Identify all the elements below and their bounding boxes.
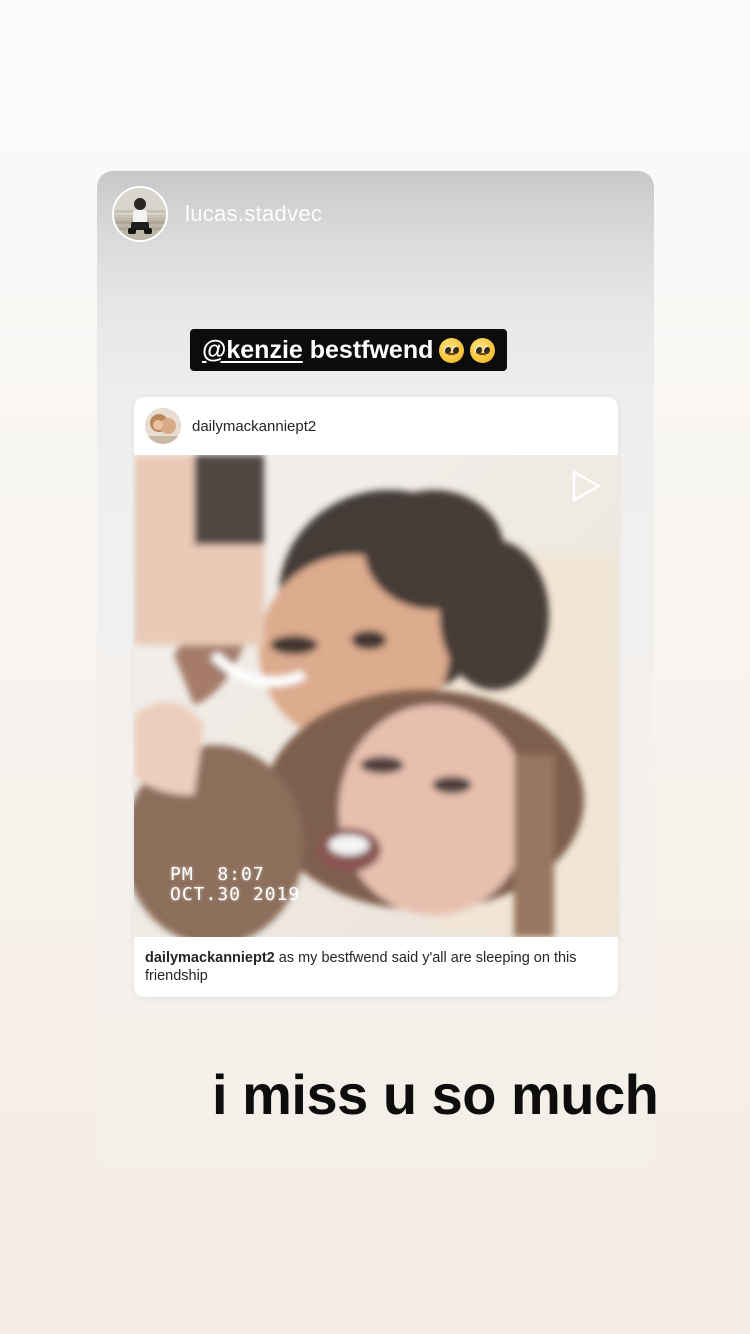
- author-avatar[interactable]: [112, 186, 168, 242]
- play-icon[interactable]: [568, 469, 602, 503]
- caption-username[interactable]: dailymackanniept2: [145, 950, 275, 966]
- post-username[interactable]: dailymackanniept2: [192, 418, 316, 435]
- pleading-face-icon: [470, 337, 496, 363]
- author-avatar-image: [114, 188, 166, 240]
- pleading-face-icon: [439, 337, 465, 363]
- video-timestamp: PM 8:07 OCT.30 2019: [170, 864, 301, 905]
- post-caption: dailymackanniept2 as my bestfwend said y'…: [145, 949, 605, 985]
- mention-link[interactable]: @kenzie: [202, 336, 303, 365]
- post-header: dailymackanniept2: [134, 397, 618, 455]
- mention-sticker-text: bestfwend: [302, 335, 434, 364]
- mention-sticker[interactable]: @kenzie bestfwend: [190, 329, 508, 371]
- post-video[interactable]: PM 8:07 OCT.30 2019: [134, 455, 618, 937]
- embedded-post[interactable]: dailymackanniept2 PM 8:07 OCT.30 2019 da…: [134, 397, 618, 997]
- author-username[interactable]: lucas.stadvec: [185, 201, 322, 227]
- post-avatar-image: [145, 408, 181, 444]
- story-text-overlay: i miss u so much: [212, 1063, 659, 1126]
- post-avatar[interactable]: [145, 408, 181, 444]
